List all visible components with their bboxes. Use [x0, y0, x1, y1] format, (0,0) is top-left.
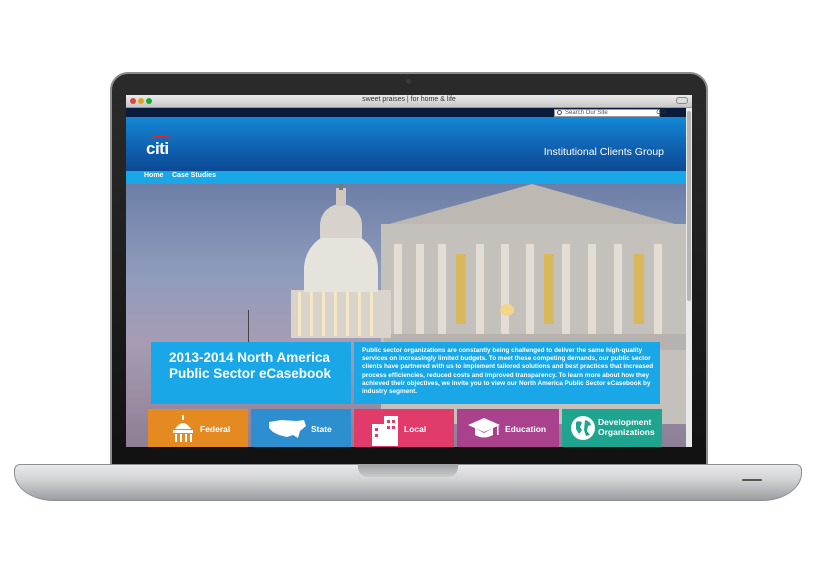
street-lamp [500, 304, 514, 316]
capitol-column [562, 244, 570, 334]
search-go-button[interactable]: GO [654, 109, 668, 117]
usa-map-icon [269, 420, 306, 438]
category-label-local: Local [404, 424, 427, 434]
main-nav: Home Case Studies [126, 171, 686, 184]
category-tile-education[interactable]: Education [457, 409, 559, 447]
browser-window-title: sweet praises | for home & life [362, 96, 456, 103]
dome-column [322, 292, 325, 336]
dome-base [291, 290, 391, 338]
category-tile-federal[interactable]: Federal [148, 409, 248, 447]
citi-logo[interactable]: citi [146, 139, 169, 159]
ecasebook-description: Public sector organizations are constant… [354, 342, 660, 404]
dome-column [358, 292, 361, 336]
globe-icon [571, 416, 595, 440]
capitol-icon [173, 415, 193, 442]
category-label-federal: Federal [200, 424, 231, 434]
dome-column [334, 292, 337, 336]
search-icon [557, 110, 562, 115]
capitol-column [654, 244, 662, 334]
capitol-column [476, 244, 484, 334]
group-name: Institutional Clients Group [543, 146, 664, 158]
scrollbar-thumb[interactable] [687, 111, 691, 301]
capitol-column [526, 244, 534, 334]
webcam [406, 79, 411, 84]
capitol-pediment [382, 184, 682, 226]
dome-lantern [336, 188, 346, 206]
ecasebook-title-panel: 2013-2014 North America Public Sector eC… [151, 342, 351, 404]
ecasebook-title-line2: Public Sector eCasebook [169, 366, 332, 381]
category-tile-state[interactable]: State [251, 409, 351, 447]
nav-case-studies-link[interactable]: Case Studies [172, 172, 216, 179]
hero-capitol-image [126, 184, 686, 447]
nav-home-link[interactable]: Home [144, 172, 163, 179]
capitol-column [588, 244, 596, 334]
capitol-column [614, 244, 622, 334]
city-building-icon [372, 416, 398, 446]
sleep-indicator [742, 479, 762, 481]
laptop-screen: sweet praises | for home & life Search O… [126, 95, 692, 447]
category-label-development: Development Organizations [598, 417, 655, 437]
category-tile-development[interactable]: Development Organizations [562, 409, 662, 447]
dome-column [346, 292, 349, 336]
dome-column [370, 292, 373, 336]
trackpad-notch [358, 464, 458, 477]
dome-cupola [320, 204, 362, 238]
category-label-state: State [311, 424, 332, 434]
toolbar-toggle-button[interactable] [676, 97, 688, 104]
capitol-column [416, 244, 424, 334]
ecasebook-title-line1: 2013-2014 North America [169, 350, 330, 365]
dome-column [298, 292, 301, 336]
dome-drum [304, 232, 378, 292]
lit-window [456, 254, 466, 324]
site-search-input[interactable]: Search Our Site [554, 109, 660, 117]
capitol-column [394, 244, 402, 334]
statue-of-freedom [339, 184, 343, 190]
graduation-cap-icon [468, 418, 500, 438]
category-tile-local[interactable]: Local [354, 409, 454, 447]
browser-title-bar: sweet praises | for home & life [126, 95, 692, 108]
capitol-column [438, 244, 446, 334]
capitol-column [501, 244, 509, 334]
site-header: citi Institutional Clients Group [126, 117, 686, 171]
category-label-education: Education [505, 424, 547, 434]
lit-window [544, 254, 554, 324]
dome-column [310, 292, 313, 336]
lit-window [634, 254, 644, 324]
